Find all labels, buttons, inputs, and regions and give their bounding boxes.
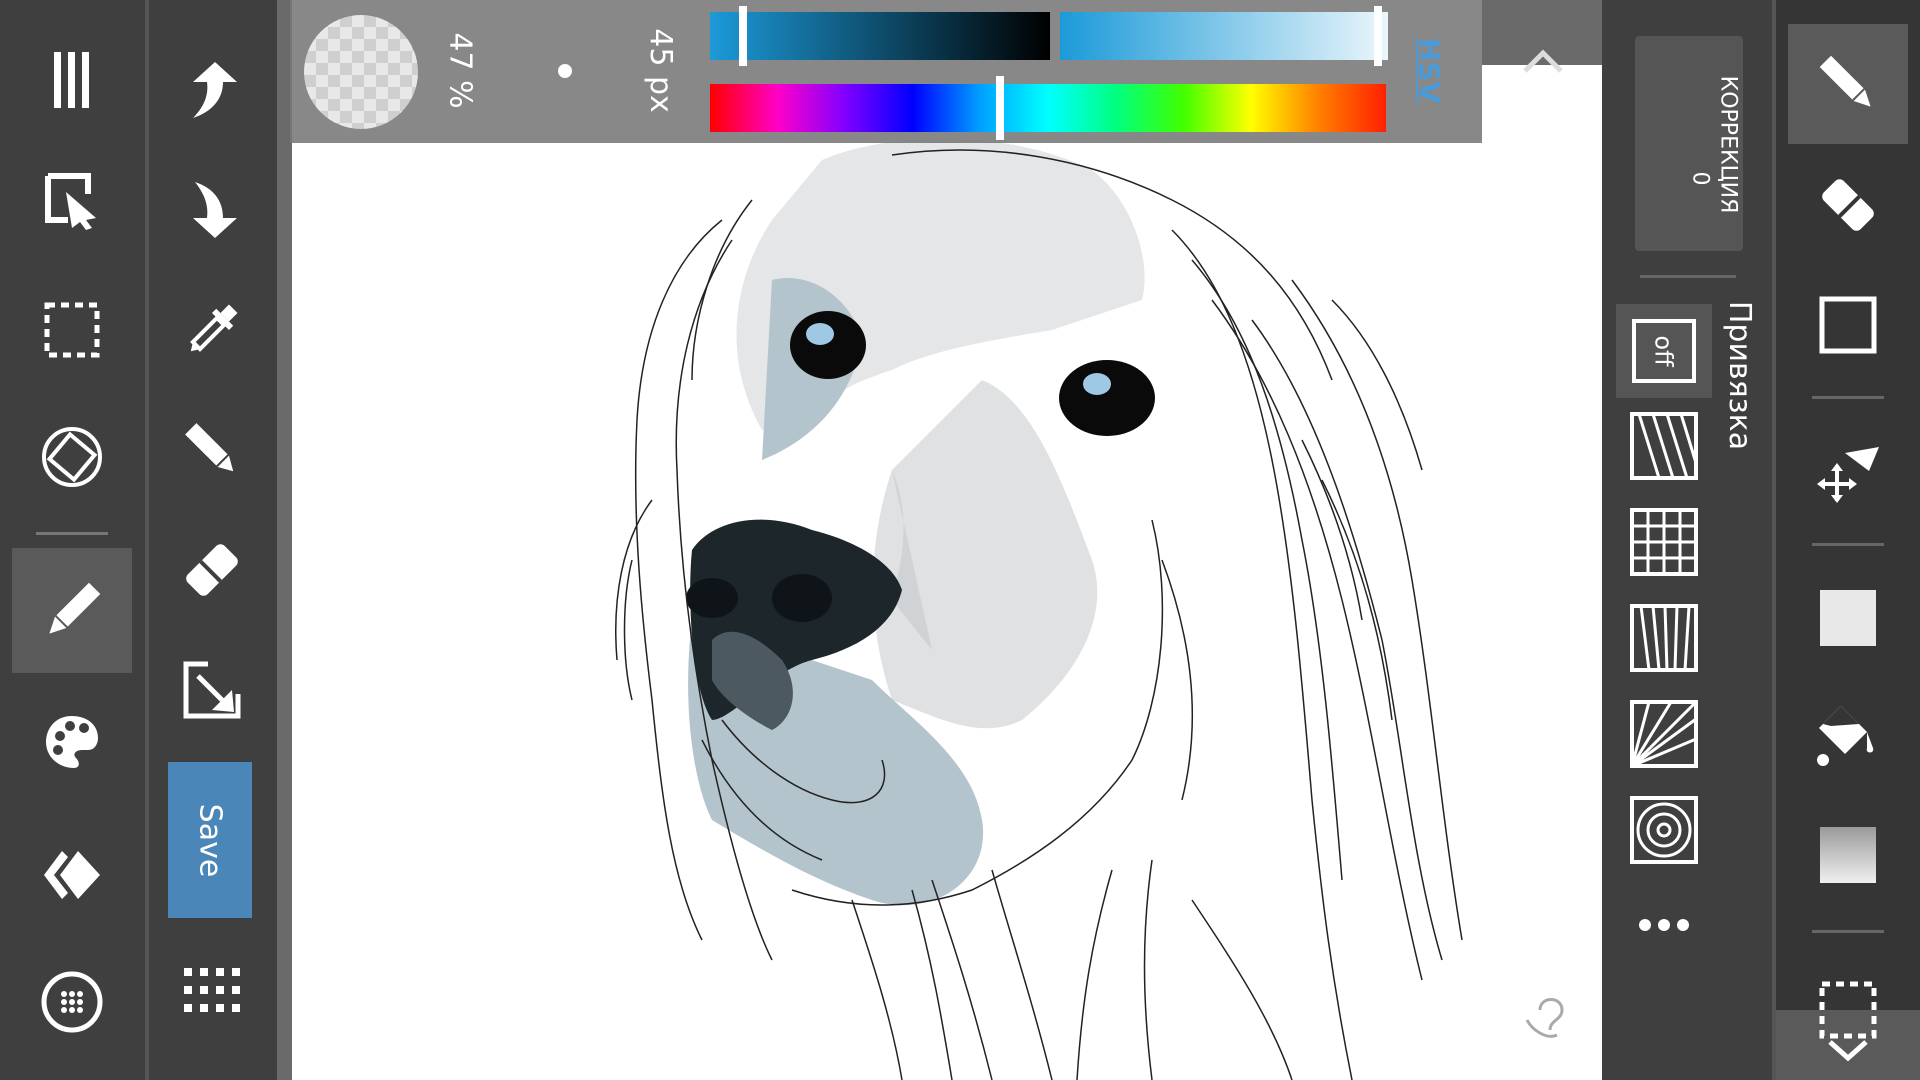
rotate-canvas-icon[interactable] bbox=[30, 415, 114, 499]
undo-icon[interactable] bbox=[170, 170, 254, 250]
divider bbox=[36, 532, 108, 535]
snap-off-button[interactable]: off bbox=[1616, 304, 1712, 398]
chevron-down-icon[interactable] bbox=[1820, 1030, 1876, 1070]
radial-lines-snap-icon[interactable] bbox=[1624, 694, 1704, 774]
opacity-preview[interactable] bbox=[304, 15, 418, 129]
menu-icon[interactable] bbox=[30, 40, 114, 120]
chevron-up-icon[interactable] bbox=[1515, 40, 1571, 80]
eraser-icon[interactable] bbox=[1808, 165, 1888, 245]
opacity-value[interactable]: 47 % bbox=[430, 30, 490, 110]
settings-icon[interactable] bbox=[30, 960, 114, 1044]
correction-button[interactable]: КОРРЕКЦИЯ 0 bbox=[1635, 36, 1743, 251]
layers-icon[interactable] bbox=[30, 835, 114, 915]
grid-dots-icon[interactable] bbox=[170, 955, 254, 1025]
opacity-text: 47 % bbox=[442, 31, 478, 109]
perspective-snap-icon[interactable] bbox=[1624, 598, 1704, 678]
rect-select-icon[interactable] bbox=[30, 290, 114, 370]
select-edit-icon[interactable] bbox=[30, 160, 114, 240]
palette-icon[interactable] bbox=[30, 700, 114, 784]
save-button[interactable]: Save bbox=[168, 762, 252, 918]
hsv-mode-toggle[interactable]: HSV bbox=[1400, 30, 1460, 110]
correction-label: КОРРЕКЦИЯ bbox=[1715, 75, 1741, 214]
rectangle-icon[interactable] bbox=[1808, 285, 1888, 365]
concentric-snap-icon[interactable] bbox=[1624, 790, 1704, 870]
bucket-icon[interactable] bbox=[1808, 695, 1888, 775]
divider bbox=[1640, 275, 1736, 278]
hue-slider[interactable] bbox=[710, 84, 1386, 132]
resize-icon[interactable] bbox=[170, 650, 254, 730]
save-label: Save bbox=[192, 803, 228, 877]
grid-snap-icon[interactable] bbox=[1624, 502, 1704, 582]
pencil-icon[interactable] bbox=[170, 410, 254, 490]
hue-handle[interactable] bbox=[996, 76, 1004, 140]
drawing-canvas[interactable] bbox=[292, 0, 1602, 1080]
brush-size-dot bbox=[558, 64, 572, 78]
right-toolbar bbox=[1776, 0, 1920, 1080]
divider bbox=[277, 0, 292, 1080]
gradient-icon[interactable] bbox=[1808, 815, 1888, 895]
divider bbox=[1812, 930, 1884, 933]
eraser-icon[interactable] bbox=[170, 530, 254, 610]
value-slider[interactable] bbox=[1060, 12, 1388, 60]
saturation-slider[interactable] bbox=[710, 12, 1050, 60]
snap-label: Привязка bbox=[1722, 300, 1758, 450]
transform-icon[interactable] bbox=[1808, 430, 1888, 510]
value-handle[interactable] bbox=[1374, 6, 1382, 66]
brush-icon[interactable] bbox=[12, 548, 132, 673]
hsv-label: HSV bbox=[1413, 37, 1447, 103]
divider bbox=[1812, 543, 1884, 546]
more-options-icon[interactable] bbox=[1624, 900, 1704, 950]
snap-heading: Привязка bbox=[1710, 300, 1770, 450]
snap-off-label: off bbox=[1650, 335, 1678, 367]
pen-icon[interactable] bbox=[1788, 24, 1908, 144]
size-value[interactable]: 45 px bbox=[620, 27, 700, 113]
fill-square-icon[interactable] bbox=[1808, 578, 1888, 658]
help-icon[interactable] bbox=[1525, 998, 1564, 1038]
redo-icon[interactable] bbox=[170, 50, 254, 130]
size-text: 45 px bbox=[642, 27, 678, 113]
parallel-lines-snap-icon[interactable] bbox=[1624, 406, 1704, 486]
divider bbox=[1812, 396, 1884, 399]
dog-drawing bbox=[615, 138, 1564, 1080]
dropper-icon[interactable] bbox=[170, 290, 254, 370]
correction-value: 0 bbox=[1687, 171, 1713, 186]
saturation-handle[interactable] bbox=[739, 6, 747, 66]
